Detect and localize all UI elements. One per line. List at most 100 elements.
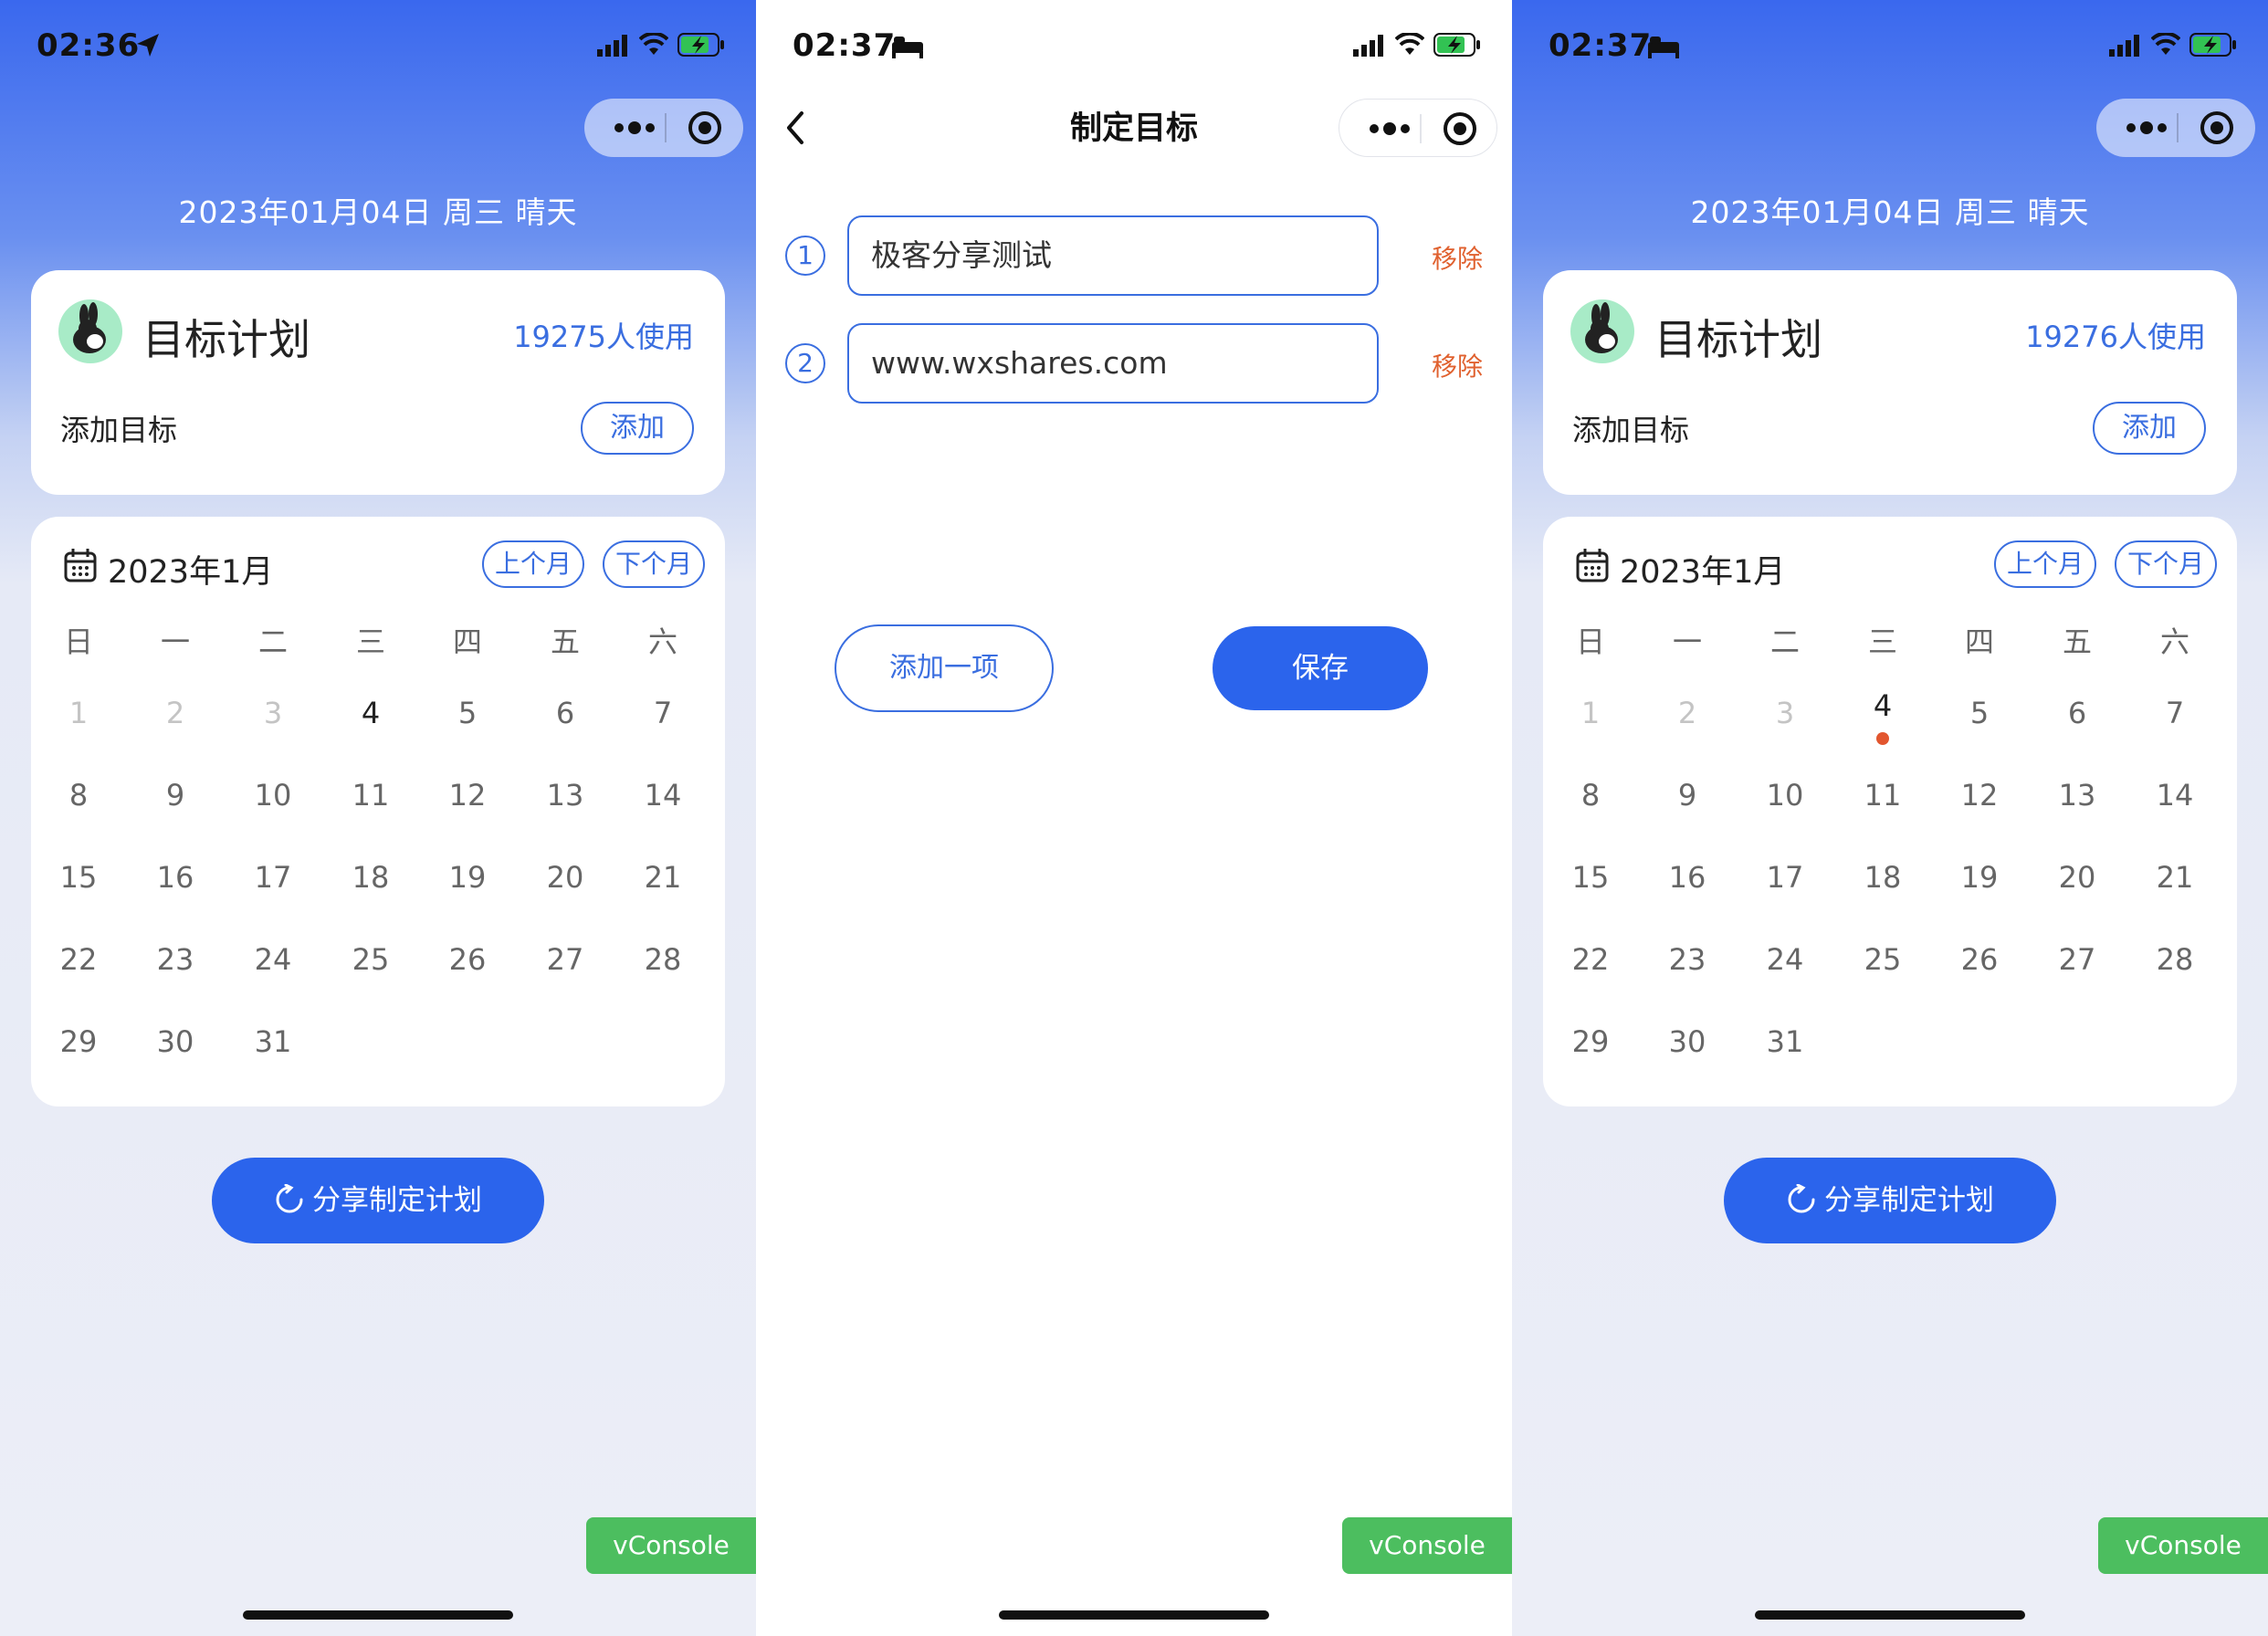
calendar-day[interactable]: 17 (225, 860, 321, 895)
calendar-day[interactable]: 11 (322, 778, 419, 813)
status-bar: 02:36 (0, 0, 756, 91)
calendar-day[interactable]: 12 (419, 778, 516, 813)
bed-icon (892, 37, 923, 58)
calendar-day[interactable]: 6 (2029, 696, 2126, 730)
calendar-day[interactable]: 7 (614, 696, 711, 730)
calendar-day[interactable]: 5 (1931, 696, 2028, 730)
next-month-button[interactable]: 下个月 (2115, 540, 2217, 588)
battery-charging-icon (677, 33, 724, 57)
vconsole-button[interactable]: vConsole (2098, 1517, 2268, 1574)
status-bar: 02:37 (1512, 0, 2268, 91)
calendar-day[interactable]: 9 (127, 778, 224, 813)
calendar-day[interactable]: 26 (419, 942, 516, 977)
calendar-day[interactable]: 2 (127, 696, 224, 730)
capsule-divider (1420, 114, 1422, 143)
calendar-day[interactable]: 20 (2029, 860, 2126, 895)
close-target-icon[interactable] (1442, 110, 1478, 147)
share-plan-label: 分享制定计划 (312, 1184, 482, 1217)
calendar-day[interactable]: 28 (2126, 942, 2223, 977)
more-dots-icon[interactable] (1367, 116, 1412, 142)
calendar-day[interactable]: 1 (1542, 696, 1639, 730)
calendar-day[interactable]: 21 (614, 860, 711, 895)
vconsole-button[interactable]: vConsole (586, 1517, 756, 1574)
calendar-month-title: 2023年1月 (1620, 554, 1786, 591)
calendar-day[interactable]: 20 (517, 860, 614, 895)
prev-month-button[interactable]: 上个月 (482, 540, 584, 588)
calendar-day[interactable]: 23 (127, 942, 224, 977)
close-target-icon[interactable] (687, 110, 723, 146)
more-dots-icon[interactable] (2124, 115, 2169, 141)
calendar-day[interactable]: 30 (1639, 1024, 1736, 1059)
calendar-day[interactable]: 24 (1737, 942, 1833, 977)
calendar-day[interactable]: 16 (1639, 860, 1736, 895)
calendar-day[interactable]: 30 (127, 1024, 224, 1059)
prev-month-button[interactable]: 上个月 (1994, 540, 2096, 588)
calendar-day[interactable]: 10 (225, 778, 321, 813)
calendar-day[interactable]: 22 (30, 942, 127, 977)
status-bar: 02:37 (756, 0, 1512, 91)
screen-goal-plan-before: 02:36 2023年01月04日 周三 晴天 目标计划 19275人使用 添加… (0, 0, 756, 1636)
calendar-day[interactable]: 1 (30, 696, 127, 730)
calendar-day[interactable]: 21 (2126, 860, 2223, 895)
calendar-day[interactable]: 31 (1737, 1024, 1833, 1059)
next-month-button[interactable]: 下个月 (603, 540, 705, 588)
calendar-day[interactable]: 31 (225, 1024, 321, 1059)
calendar-day[interactable]: 18 (1834, 860, 1931, 895)
remove-goal-2-link[interactable]: 移除 (1432, 347, 1483, 383)
calendar-day[interactable]: 18 (322, 860, 419, 895)
calendar-day[interactable]: 3 (225, 696, 321, 730)
calendar-day[interactable]: 5 (419, 696, 516, 730)
add-goal-button[interactable]: 添加 (2093, 402, 2206, 455)
calendar-day[interactable]: 29 (1542, 1024, 1639, 1059)
calendar-day[interactable]: 26 (1931, 942, 2028, 977)
calendar-day[interactable]: 27 (2029, 942, 2126, 977)
calendar-day[interactable]: 15 (30, 860, 127, 895)
save-button[interactable]: 保存 (1213, 626, 1428, 710)
calendar-day[interactable]: 13 (517, 778, 614, 813)
calendar-day[interactable]: 17 (1737, 860, 1833, 895)
calendar-day[interactable]: 19 (419, 860, 516, 895)
weekday-header: 五 (550, 624, 580, 659)
calendar-day[interactable]: 4 (1834, 688, 1931, 723)
add-goal-button[interactable]: 添加 (581, 402, 694, 455)
calendar-day[interactable]: 23 (1639, 942, 1736, 977)
calendar-day[interactable]: 28 (614, 942, 711, 977)
home-indicator (1755, 1610, 2025, 1620)
calendar-day[interactable]: 2 (1639, 696, 1736, 730)
calendar-day[interactable]: 7 (2126, 696, 2223, 730)
goal-input-2[interactable]: www.wxshares.com (847, 323, 1379, 404)
add-item-button[interactable]: 添加一项 (835, 624, 1054, 712)
share-plan-button[interactable]: 分享制定计划 (1724, 1158, 2056, 1243)
calendar-day[interactable]: 6 (517, 696, 614, 730)
rabbit-icon (73, 302, 106, 353)
calendar-day[interactable]: 29 (30, 1024, 127, 1059)
calendar-day[interactable]: 24 (225, 942, 321, 977)
calendar-day[interactable]: 8 (1542, 778, 1639, 813)
more-dots-icon[interactable] (612, 115, 657, 141)
share-plan-button[interactable]: 分享制定计划 (212, 1158, 544, 1243)
calendar-day[interactable]: 27 (517, 942, 614, 977)
calendar-day[interactable]: 15 (1542, 860, 1639, 895)
calendar-day[interactable]: 19 (1931, 860, 2028, 895)
vconsole-button[interactable]: vConsole (1342, 1517, 1512, 1574)
calendar-day[interactable]: 14 (2126, 778, 2223, 813)
calendar-day[interactable]: 9 (1639, 778, 1736, 813)
weekday-header: 五 (2062, 624, 2092, 659)
calendar-day[interactable]: 3 (1737, 696, 1833, 730)
close-target-icon[interactable] (2199, 110, 2235, 146)
status-time: 02:37 (793, 27, 897, 64)
calendar-day[interactable]: 25 (1834, 942, 1931, 977)
goal-input-1[interactable]: 极客分享测试 (847, 215, 1379, 296)
calendar-day[interactable]: 10 (1737, 778, 1833, 813)
calendar-day[interactable]: 13 (2029, 778, 2126, 813)
remove-goal-1-link[interactable]: 移除 (1432, 239, 1483, 276)
calendar-day[interactable]: 14 (614, 778, 711, 813)
calendar-day[interactable]: 12 (1931, 778, 2028, 813)
calendar-day[interactable]: 25 (322, 942, 419, 977)
calendar-day[interactable]: 11 (1834, 778, 1931, 813)
calendar-day[interactable]: 22 (1542, 942, 1639, 977)
calendar-day[interactable]: 16 (127, 860, 224, 895)
refresh-icon (276, 1183, 303, 1212)
calendar-day[interactable]: 4 (322, 696, 419, 730)
calendar-day[interactable]: 8 (30, 778, 127, 813)
